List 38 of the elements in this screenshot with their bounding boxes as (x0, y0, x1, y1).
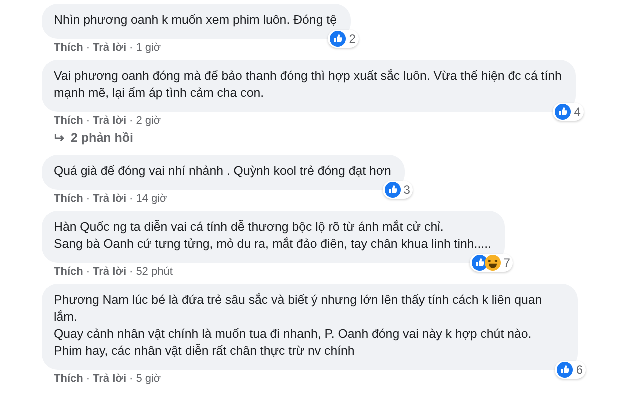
separator-dot: · (130, 192, 134, 204)
comment-time: 5 giờ (136, 372, 162, 384)
reply-arrow-icon (54, 132, 66, 144)
comment-action-link[interactable]: Thích (54, 266, 84, 278)
reaction-count: 7 (504, 256, 510, 270)
comment-text: Vai phương oanh đóng mà để bảo thanh đóng thì hợp xuất sắc luôn. Vừa thể hiện đc cá tính mạnh mẽ, lại ấm áp tình cảm cha con. (54, 68, 562, 102)
comment-action-link[interactable]: Thích (54, 42, 84, 54)
comment-action-link[interactable]: Trả lời (93, 372, 127, 384)
view-replies-link[interactable]: 2 phản hồi (54, 131, 134, 145)
comment-action-link[interactable]: Thích (54, 115, 84, 127)
separator-dot: · (86, 372, 90, 384)
separator-dot: · (86, 42, 90, 54)
comment-action-link[interactable]: Thích (54, 372, 84, 384)
comment-action-link[interactable]: Trả lời (93, 266, 127, 278)
comment-text: Quá già để đóng vai nhí nhảnh . Quỳnh kool trẻ đóng đạt hơn (54, 162, 392, 180)
comment-text: Nhìn phương oanh k muốn xem phim luôn. Đóng tệ (54, 12, 337, 29)
comment-time: 52 phút (136, 266, 173, 278)
comment-text: Phương Nam lúc bé là đứa trẻ sâu sắc và biết ý nhưng lớn lên thấy tính cách k liên quan lắm. Quay cảnh nhân vật chính là muốn tua đi nhanh, P. Oanh đóng vai này k hợp chút nào. Phim hay, các nhân vật diễn rất chân thực trừ nv chính (54, 292, 544, 360)
reaction-count: 2 (349, 32, 356, 46)
separator-dot: · (86, 115, 90, 127)
separator-dot: · (130, 266, 134, 278)
separator-dot: · (86, 192, 90, 204)
comment-time: 2 giờ (136, 115, 162, 127)
comment-time: 1 giờ (136, 42, 162, 54)
separator-dot: · (130, 42, 134, 54)
separator-dot: · (130, 115, 134, 127)
comment-action-link[interactable]: Trả lời (93, 42, 127, 54)
comment-action-link[interactable]: Trả lời (93, 192, 127, 204)
reaction-count: 3 (404, 182, 410, 196)
reaction-count: 4 (574, 105, 581, 119)
comment-time: 14 giờ (136, 192, 168, 204)
laughing-face-icon (484, 254, 501, 270)
comment-action-link[interactable]: Trả lời (93, 115, 127, 127)
separator-dot: · (130, 372, 134, 384)
comment-action-link[interactable]: Thích (54, 192, 84, 204)
reaction-count: 6 (576, 362, 583, 376)
comment-text: Hàn Quốc ng ta diễn vai cá tính dễ thương bộc lộ rõ từ ánh mắt cử chỉ. Sang bà Oanh cứ tưng tửng, mỏ du ra, mắt đảo điên, tay chân khua linh tinh..... (54, 218, 492, 252)
separator-dot: · (86, 266, 90, 278)
